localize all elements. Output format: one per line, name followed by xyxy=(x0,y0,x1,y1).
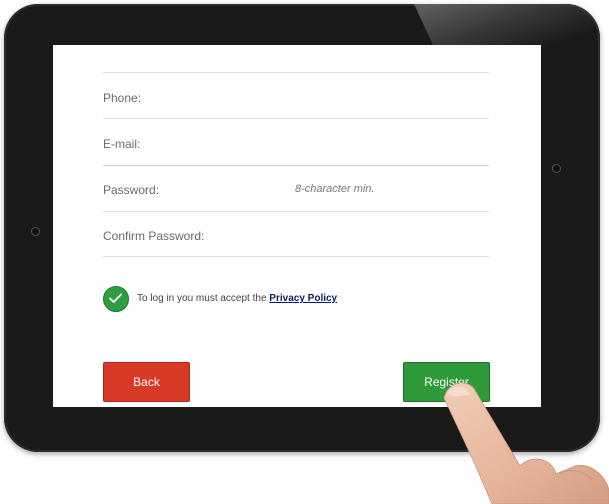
confirm-password-field[interactable] xyxy=(103,223,493,253)
privacy-policy-link[interactable]: Privacy Policy xyxy=(269,293,337,304)
back-button[interactable]: Back xyxy=(103,362,190,402)
divider xyxy=(103,165,489,166)
email-row[interactable]: E-mail: xyxy=(103,131,493,181)
confirm-password-row[interactable]: Confirm Password: xyxy=(103,223,493,273)
consent-text: To log in you must accept the xyxy=(137,293,270,304)
side-sensor xyxy=(552,164,561,173)
check-icon xyxy=(109,293,122,303)
phone-field[interactable] xyxy=(103,85,493,115)
password-field[interactable] xyxy=(103,177,493,207)
tablet-frame: Phone: E-mail: Password: 8-character min… xyxy=(4,4,600,452)
divider xyxy=(103,211,489,212)
password-row[interactable]: Password: 8-character min. xyxy=(103,177,493,227)
front-camera xyxy=(31,227,40,236)
divider xyxy=(103,72,489,73)
register-button-label: Register xyxy=(424,375,469,389)
privacy-consent-text: To log in you must accept the Privacy Po… xyxy=(137,293,337,304)
privacy-checkbox[interactable] xyxy=(103,286,129,312)
back-button-label: Back xyxy=(133,375,160,389)
phone-row[interactable]: Phone: xyxy=(103,85,493,135)
divider xyxy=(103,118,489,119)
register-button[interactable]: Register xyxy=(403,362,490,402)
registration-screen: Phone: E-mail: Password: 8-character min… xyxy=(53,45,541,407)
email-field[interactable] xyxy=(103,131,493,161)
divider xyxy=(103,256,489,257)
